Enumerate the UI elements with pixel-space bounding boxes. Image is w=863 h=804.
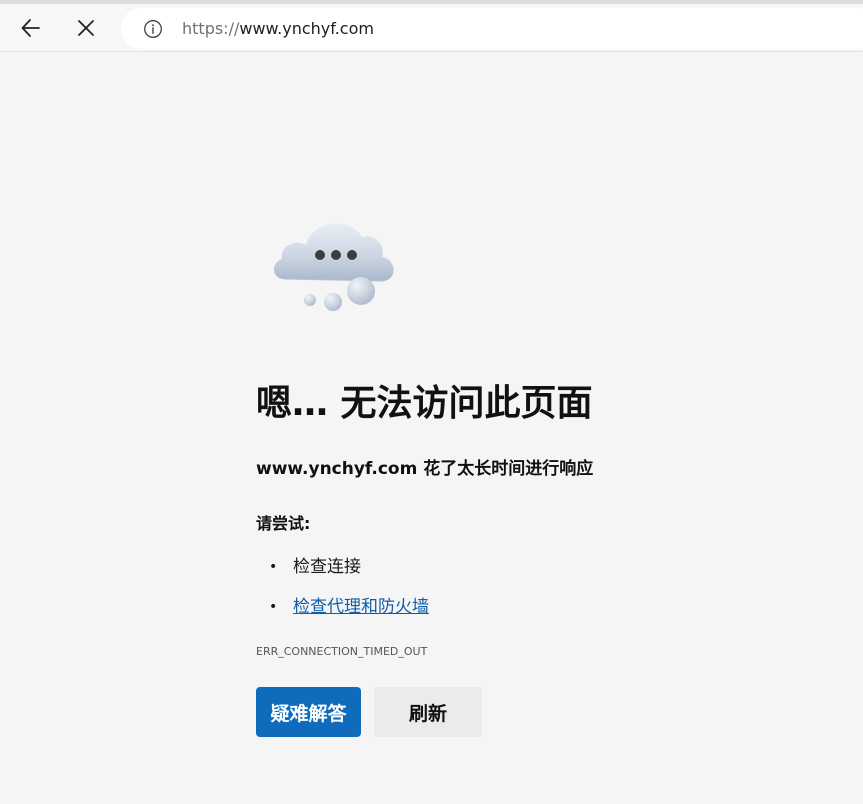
url-text[interactable]: https://www.ynchyf.com bbox=[182, 19, 374, 39]
dot-icon bbox=[347, 250, 357, 260]
troubleshoot-button[interactable]: 疑难解答 bbox=[256, 687, 361, 737]
dot-icon bbox=[315, 250, 325, 260]
close-icon bbox=[78, 20, 94, 36]
arrow-left-icon bbox=[21, 19, 40, 37]
stop-loading-button[interactable] bbox=[68, 10, 104, 46]
page-title: 嗯… 无法访问此页面 bbox=[256, 383, 593, 424]
address-bar[interactable]: https://www.ynchyf.com bbox=[121, 8, 863, 49]
check-proxy-firewall-link[interactable]: 检查代理和防火墙 bbox=[293, 597, 429, 617]
bullet-icon: • bbox=[269, 599, 278, 615]
suggestion-list: • 检查连接 • 检查代理和防火墙 bbox=[256, 552, 429, 632]
list-item: • 检查代理和防火墙 bbox=[256, 592, 429, 632]
cloud-thinking-illustration bbox=[273, 223, 394, 311]
refresh-button[interactable]: 刷新 bbox=[374, 687, 482, 737]
error-code: ERR_CONNECTION_TIMED_OUT bbox=[256, 645, 428, 658]
list-item: • 检查连接 bbox=[256, 552, 429, 592]
check-connection-text: 检查连接 bbox=[293, 557, 361, 577]
try-label: 请尝试: bbox=[256, 514, 311, 533]
back-button[interactable] bbox=[13, 10, 49, 46]
url-host: www.ynchyf.com bbox=[239, 19, 374, 38]
info-icon[interactable] bbox=[143, 19, 163, 39]
browser-toolbar: https://www.ynchyf.com bbox=[0, 0, 863, 52]
dot-icon bbox=[331, 250, 341, 260]
url-scheme: https:// bbox=[182, 19, 240, 38]
bullet-icon: • bbox=[269, 559, 278, 575]
error-subtitle: www.ynchyf.com 花了太长时间进行响应 bbox=[256, 459, 594, 479]
